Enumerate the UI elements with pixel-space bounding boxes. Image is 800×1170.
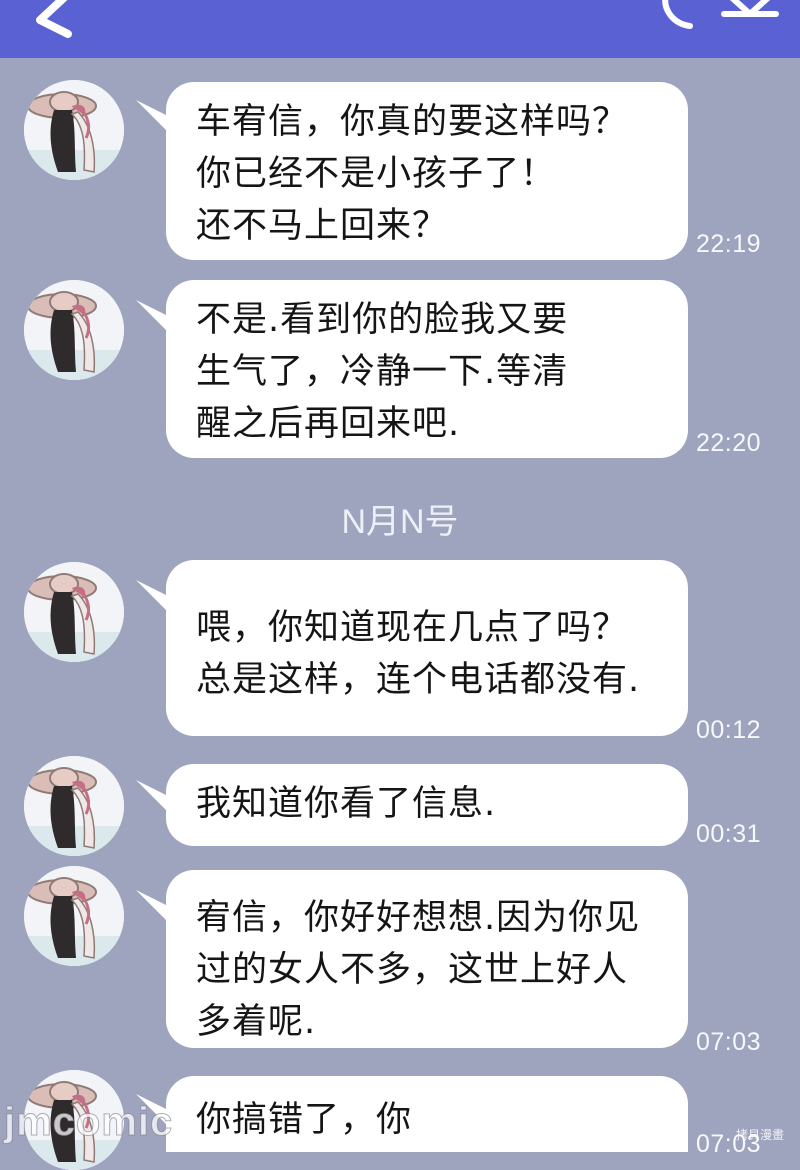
message-timestamp: 00:31: [696, 820, 762, 848]
message-line: 你已经不是小孩子了！: [196, 154, 557, 194]
message-line: 我知道你看了信息.: [196, 784, 497, 824]
message-line: 不是.看到你的脸我又要: [196, 300, 569, 340]
message-line: 醒之后再回来吧.: [196, 404, 461, 444]
message-bubble: 不是.看到你的脸我又要 生气了，冷静一下.等清 醒之后再回来吧.: [166, 280, 688, 458]
avatar[interactable]: [24, 562, 124, 662]
message-line: 喂，你知道现在几点了吗？: [196, 608, 629, 648]
message-timestamp: 22:19: [696, 230, 762, 258]
message-bubble: 车宥信，你真的要这样吗？ 你已经不是小孩子了！ 还不马上回来？: [166, 82, 688, 260]
message-timestamp: 07:03: [696, 1028, 762, 1056]
header-actions: [662, 0, 779, 29]
chat-header: [0, 0, 800, 58]
message-line: 多着呢.: [196, 1002, 317, 1042]
message-line: 总是这样，连个电话都没有.: [196, 660, 641, 700]
message-line: 过的女人不多，这世上好人: [196, 950, 629, 990]
message-timestamp: 00:12: [696, 716, 762, 744]
chevron-left-icon[interactable]: [28, 0, 88, 46]
avatar[interactable]: [24, 756, 124, 856]
date-divider: N月N号: [341, 503, 459, 541]
message-bubble: 喂，你知道现在几点了吗？ 总是这样，连个电话都没有.: [166, 560, 688, 736]
avatar[interactable]: [24, 866, 124, 966]
avatar[interactable]: [24, 80, 124, 180]
message-timestamp: 22:20: [696, 429, 762, 457]
message-line: 还不马上回来？: [196, 206, 449, 246]
watermark-text: jmcomic: [3, 1100, 174, 1145]
message-line: 宥信，你好好想想.因为你见: [196, 898, 641, 938]
message-line: 你搞错了，你: [196, 1100, 413, 1140]
message-line: 车宥信，你真的要这样吗？: [196, 102, 629, 142]
message-bubble: 我知道你看了信息.: [166, 764, 688, 846]
corner-watermark: 拷貝漫畫: [736, 1128, 785, 1142]
message-line: 生气了，冷静一下.等清: [196, 352, 569, 392]
message-bubble: 宥信，你好好想想.因为你见 过的女人不多，这世上好人 多着呢.: [166, 870, 688, 1048]
message-bubble: 你搞错了，你: [166, 1076, 688, 1152]
chevron-down-icon[interactable]: [721, 0, 779, 17]
avatar[interactable]: [24, 280, 124, 380]
phone-icon[interactable]: [662, 0, 693, 29]
